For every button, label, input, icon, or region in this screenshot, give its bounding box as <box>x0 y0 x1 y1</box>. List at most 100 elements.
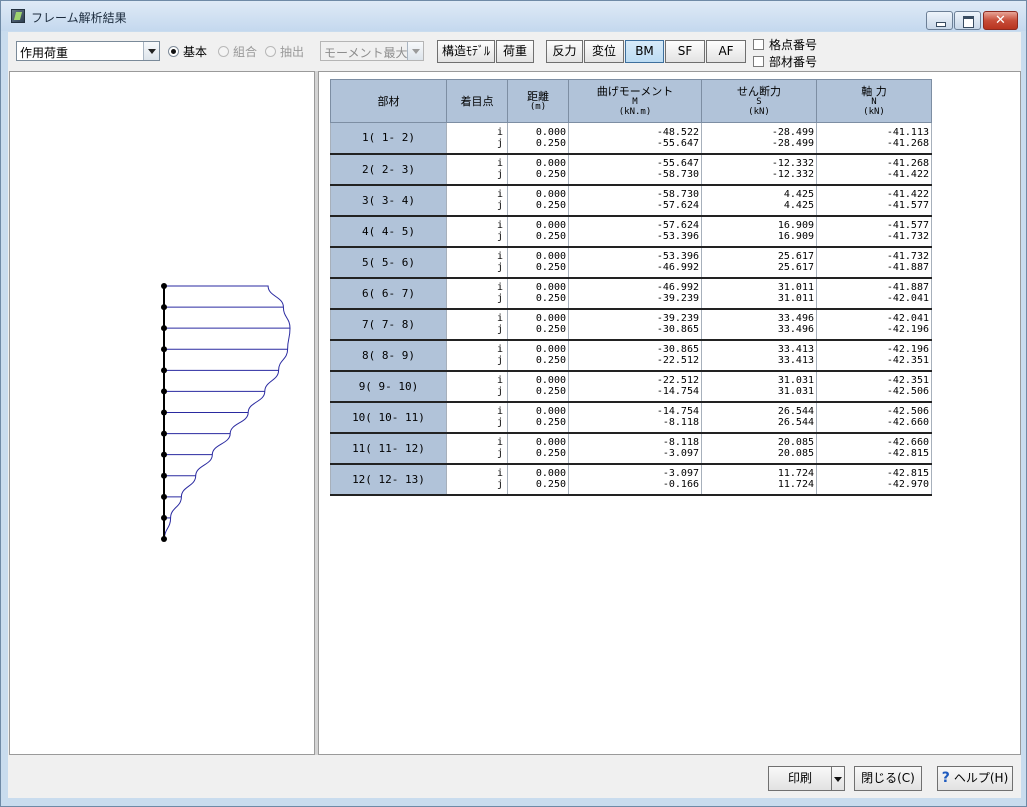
help-button[interactable]: ? ヘルプ(H) <box>937 766 1013 791</box>
col-member: 部材 <box>330 79 447 123</box>
cell-distance: 0.000 0.250 <box>507 246 569 279</box>
cell-axial: -42.351 -42.506 <box>816 370 932 403</box>
table-row: 9( 9- 10) ij 0.000 0.250 -22.512 -14.754 3… <box>330 370 932 403</box>
print-button[interactable]: 印刷 <box>768 766 832 791</box>
sf-button[interactable]: SF <box>665 40 705 63</box>
node-marker <box>161 472 167 479</box>
node-marker <box>161 451 167 458</box>
extract-mode-select[interactable]: モーメント最大 <box>320 41 424 61</box>
cell-shear: 16.909 16.909 <box>701 215 817 248</box>
cell-member: 11( 11- 12) <box>330 432 447 465</box>
cell-distance: 0.000 0.250 <box>507 215 569 248</box>
radio-combination[interactable]: 組合 <box>218 43 257 59</box>
maximize-button[interactable] <box>954 11 981 30</box>
close-button[interactable]: 閉じる(C) <box>854 766 922 791</box>
table-row: 12( 12- 13) ij 0.000 0.250 -3.097 -0.166 1… <box>330 463 932 496</box>
cell-shear: 25.617 25.617 <box>701 246 817 279</box>
node-marker <box>161 514 167 521</box>
diagram-pane <box>9 71 315 755</box>
cell-distance: 0.000 0.250 <box>507 153 569 186</box>
cell-distance: 0.000 0.250 <box>507 339 569 372</box>
cell-shear: 33.496 33.496 <box>701 308 817 341</box>
close-window-button[interactable]: ✕ <box>983 11 1018 30</box>
cell-member: 7( 7- 8) <box>330 308 447 341</box>
cell-moment: -30.865 -22.512 <box>568 339 702 372</box>
cell-distance: 0.000 0.250 <box>507 277 569 310</box>
checkbox-box <box>753 39 764 50</box>
cell-member: 5( 5- 6) <box>330 246 447 279</box>
load-case-value: 作用荷重 <box>20 46 69 60</box>
chevron-down-icon[interactable] <box>407 42 423 60</box>
cell-member: 9( 9- 10) <box>330 370 447 403</box>
cell-point: ij <box>446 463 508 496</box>
cell-moment: -57.624 -53.396 <box>568 215 702 248</box>
cell-point: ij <box>446 401 508 434</box>
table-row: 7( 7- 8) ij 0.000 0.250 -39.239 -30.865 33… <box>330 308 932 341</box>
chevron-down-icon[interactable] <box>143 42 159 60</box>
af-button[interactable]: AF <box>706 40 746 63</box>
cell-distance: 0.000 0.250 <box>507 370 569 403</box>
load-case-select[interactable]: 作用荷重 <box>16 41 160 61</box>
col-moment: 曲げモーメント M (kN.m) <box>568 79 702 123</box>
reaction-button[interactable]: 反力 <box>546 40 583 63</box>
node-marker <box>161 304 167 311</box>
bending-moment-diagram <box>161 283 291 542</box>
cell-member: 12( 12- 13) <box>330 463 447 496</box>
cell-moment: -39.239 -30.865 <box>568 308 702 341</box>
bm-button[interactable]: BM <box>625 40 664 63</box>
cell-distance: 0.000 0.250 <box>507 401 569 434</box>
cell-moment: -8.118 -3.097 <box>568 432 702 465</box>
load-button[interactable]: 荷重 <box>496 40 534 63</box>
cell-axial: -42.041 -42.196 <box>816 308 932 341</box>
title-bar[interactable]: フレーム解析結果 ✕ <box>1 1 1026 31</box>
cell-moment: -3.097 -0.166 <box>568 463 702 496</box>
cell-distance: 0.000 0.250 <box>507 463 569 496</box>
cell-point: ij <box>446 277 508 310</box>
cell-point: ij <box>446 308 508 341</box>
table-row: 1( 1- 2) ij 0.000 0.250 -48.522 -55.647 -2… <box>330 122 932 155</box>
cell-moment: -14.754 -8.118 <box>568 401 702 434</box>
cell-point: ij <box>446 370 508 403</box>
cell-member: 6( 6- 7) <box>330 277 447 310</box>
cell-point: ij <box>446 339 508 372</box>
cell-moment: -22.512 -14.754 <box>568 370 702 403</box>
cell-axial: -41.732 -41.887 <box>816 246 932 279</box>
cell-moment: -53.396 -46.992 <box>568 246 702 279</box>
node-marker <box>161 388 167 395</box>
col-distance: 距離 (m) <box>507 79 569 123</box>
displacement-button[interactable]: 変位 <box>584 40 624 63</box>
cell-axial: -41.577 -41.732 <box>816 215 932 248</box>
window-title: フレーム解析結果 <box>31 11 127 25</box>
radio-basic[interactable]: 基本 <box>168 43 207 59</box>
cell-point: ij <box>446 215 508 248</box>
radio-extract[interactable]: 抽出 <box>265 43 304 59</box>
cell-member: 2( 2- 3) <box>330 153 447 186</box>
cell-shear: 26.544 26.544 <box>701 401 817 434</box>
col-point: 着目点 <box>446 79 508 123</box>
table-row: 5( 5- 6) ij 0.000 0.250 -53.396 -46.992 25… <box>330 246 932 279</box>
node-marker <box>161 493 167 500</box>
checkbox-box <box>753 56 764 67</box>
node-marker <box>161 346 167 353</box>
cell-shear: 33.413 33.413 <box>701 339 817 372</box>
cell-point: ij <box>446 153 508 186</box>
footer-bar: 印刷 閉じる(C) ? ヘルプ(H) <box>8 755 1021 798</box>
table-row: 2( 2- 3) ij 0.000 0.250 -55.647 -58.730 -1… <box>330 153 932 186</box>
cell-axial: -42.506 -42.660 <box>816 401 932 434</box>
cell-member: 10( 10- 11) <box>330 401 447 434</box>
extract-mode-value: モーメント最大 <box>324 46 408 60</box>
print-options-dropdown[interactable] <box>831 766 845 791</box>
toolbar: 作用荷重 基本 組合 抽出 モーメント最大 構造ﾓﾃﾞﾙ 荷重 反力 変位 BM… <box>8 32 1021 70</box>
cell-shear: 11.724 11.724 <box>701 463 817 496</box>
cell-shear: 31.031 31.031 <box>701 370 817 403</box>
node-marker <box>161 430 167 437</box>
node-numbers-checkbox[interactable]: 格点番号 <box>753 36 817 53</box>
cell-shear: 4.425 4.425 <box>701 184 817 217</box>
member-numbers-checkbox[interactable]: 部材番号 <box>753 53 817 70</box>
node-marker <box>161 283 167 289</box>
close-icon: ✕ <box>995 13 1006 28</box>
cell-axial: -42.660 -42.815 <box>816 432 932 465</box>
minimize-button[interactable] <box>926 11 953 30</box>
structure-model-button[interactable]: 構造ﾓﾃﾞﾙ <box>437 40 495 63</box>
table-row: 11( 11- 12) ij 0.000 0.250 -8.118 -3.097 2… <box>330 432 932 465</box>
